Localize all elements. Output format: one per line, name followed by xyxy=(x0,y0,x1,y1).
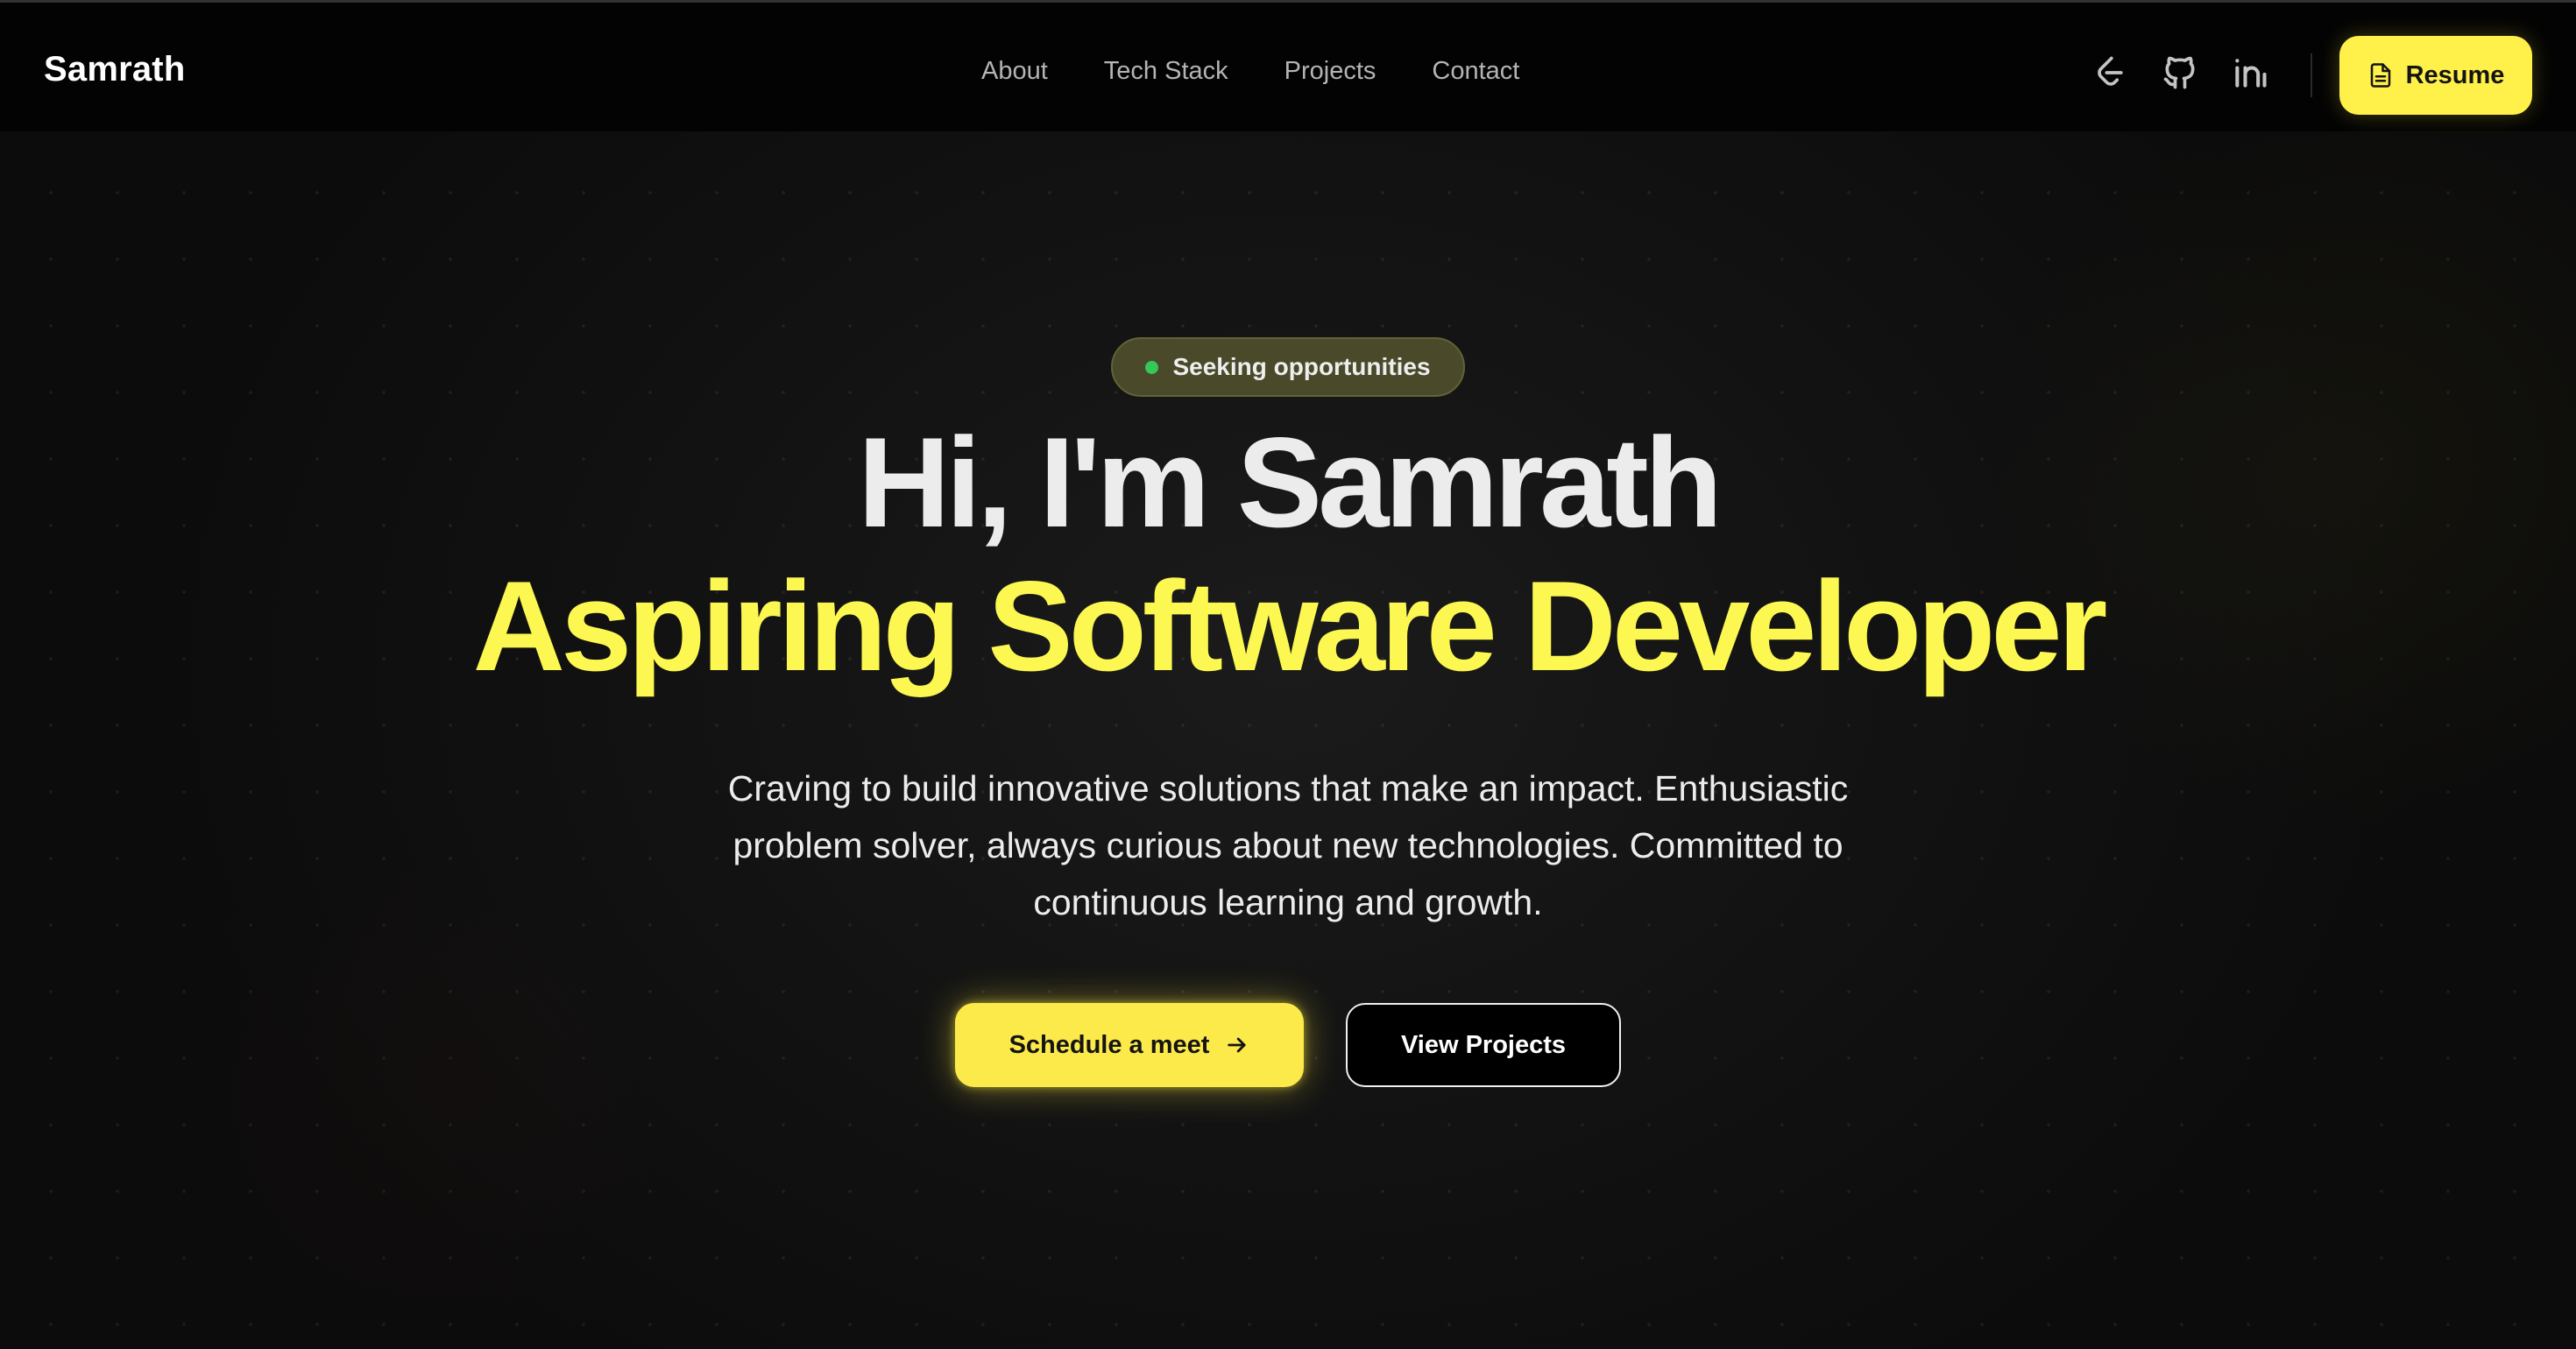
arrow-right-icon xyxy=(1228,1037,1247,1053)
leetcode-icon[interactable] xyxy=(2091,53,2129,92)
status-badge-text: Seeking opportunities xyxy=(1172,353,1431,380)
page: Samrath About Tech Stack Projects Contac… xyxy=(0,0,2576,1349)
nav-link-tech-stack[interactable]: Tech Stack xyxy=(1104,59,1228,84)
brand-logo[interactable]: Samrath xyxy=(44,52,185,87)
hero-headline: Hi, I'm Samrath xyxy=(857,411,1723,554)
status-dot-icon xyxy=(1145,360,1159,374)
nav-link-contact[interactable]: Contact xyxy=(1432,59,1519,84)
view-projects-button[interactable]: View Projects xyxy=(1346,1003,1621,1087)
hero-intro: Craving to build innovative solutions th… xyxy=(727,768,1849,922)
hero-subheadline: Aspiring Software Developer xyxy=(472,554,2108,697)
navbar: Samrath About Tech Stack Projects Contac… xyxy=(0,0,2576,131)
view-projects-label: View Projects xyxy=(1400,1030,1567,1059)
nav-link-projects[interactable]: Projects xyxy=(1284,59,1376,84)
schedule-meet-button[interactable]: Schedule a meet xyxy=(955,1003,1304,1087)
nav-divider xyxy=(2311,53,2312,97)
nav-links: About Tech Stack Projects Contact xyxy=(981,59,1519,84)
status-badge: Seeking opportunities xyxy=(1111,337,1465,397)
nav-link-about[interactable]: About xyxy=(981,59,1048,84)
github-icon[interactable] xyxy=(2161,53,2199,92)
resume-button[interactable]: Resume xyxy=(2339,36,2532,115)
background-glow xyxy=(131,788,745,1349)
resume-label: Resume xyxy=(2405,60,2505,89)
schedule-meet-label: Schedule a meet xyxy=(1008,1030,1210,1059)
linkedin-icon[interactable] xyxy=(2231,53,2269,92)
document-icon xyxy=(2370,63,2390,88)
